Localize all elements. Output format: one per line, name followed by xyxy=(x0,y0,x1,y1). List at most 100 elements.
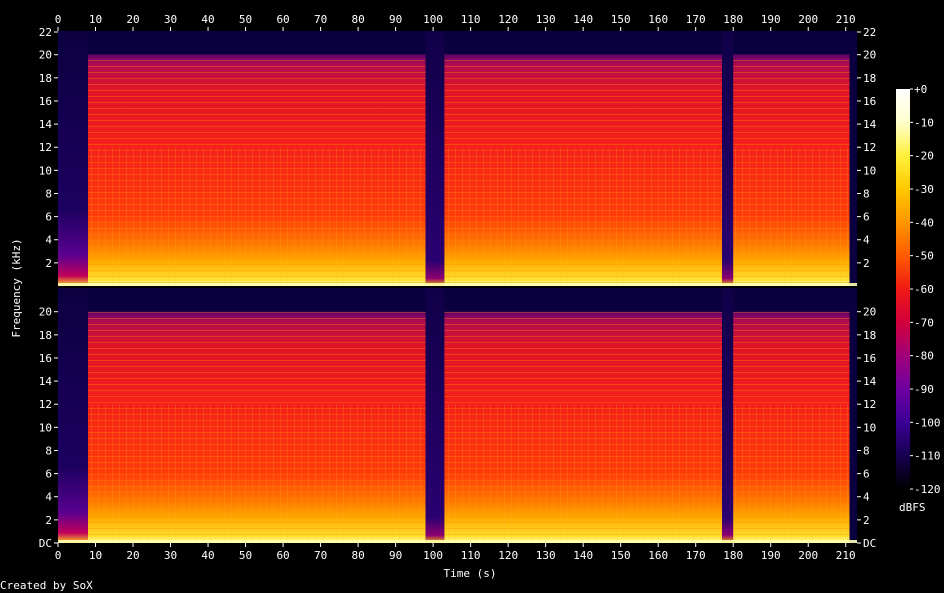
y-tick-label-left: 16 xyxy=(39,352,52,365)
y-tick-label-right: 8 xyxy=(863,187,870,200)
colorbar-tick-label: -50 xyxy=(914,250,934,263)
y-tick-label-left: 4 xyxy=(45,234,52,247)
y-tick-label-left: 8 xyxy=(45,444,52,457)
y-tick-label-right: 16 xyxy=(863,95,876,108)
x-tick-label-top: 90 xyxy=(389,13,402,26)
segment-1 xyxy=(58,288,88,543)
y-tick-label-left: 14 xyxy=(39,118,53,131)
x-tick-label-bottom: 190 xyxy=(761,549,781,562)
colorbar-tick-label: -70 xyxy=(914,316,934,329)
x-tick-label-bottom: 160 xyxy=(648,549,668,562)
colorbar-strip xyxy=(896,89,910,489)
y-tick-label-left: 10 xyxy=(39,164,52,177)
segment-2-transients xyxy=(88,147,426,286)
y-tick-label-right: DC xyxy=(863,537,876,550)
x-tick-label-top: 20 xyxy=(126,13,139,26)
colorbar-tick-label: -30 xyxy=(914,183,934,196)
x-axis-title: Time (s) xyxy=(444,567,497,580)
y-tick-label-right: 16 xyxy=(863,352,876,365)
x-tick-label-bottom: 90 xyxy=(389,549,402,562)
x-tick-label-top: 10 xyxy=(89,13,102,26)
y-tick-label-left: 16 xyxy=(39,95,52,108)
x-tick-label-top: 210 xyxy=(836,13,856,26)
x-tick-label-top: 100 xyxy=(423,13,443,26)
segment-2-transients xyxy=(88,404,426,543)
footer-credit: Created by SoX xyxy=(0,579,93,592)
x-tick-label-bottom: 130 xyxy=(536,549,556,562)
x-tick-label-top: 140 xyxy=(573,13,593,26)
x-tick-label-bottom: 150 xyxy=(611,549,631,562)
y-tick-label-right: 10 xyxy=(863,421,876,434)
y-tick-label-right: 20 xyxy=(863,306,876,319)
x-tick-label-top: 110 xyxy=(461,13,481,26)
x-tick-label-top: 80 xyxy=(351,13,364,26)
segment-3 xyxy=(425,288,445,543)
x-tick-label-top: 40 xyxy=(201,13,214,26)
y-tick-label-right: 22 xyxy=(863,26,876,39)
colorbar-tick-label: -110 xyxy=(914,450,941,463)
x-tick-label-top: 120 xyxy=(498,13,518,26)
y-tick-label-right: 10 xyxy=(863,164,876,177)
x-tick-label-bottom: 170 xyxy=(686,549,706,562)
x-tick-label-top: 160 xyxy=(648,13,668,26)
segment-6-transients xyxy=(733,147,850,286)
x-tick-label-bottom: 180 xyxy=(723,549,743,562)
y-tick-label-left: 18 xyxy=(39,72,52,85)
y-tick-label-right: 12 xyxy=(863,141,876,154)
colorbar-tick-label: -90 xyxy=(914,383,934,396)
x-tick-label-top: 60 xyxy=(276,13,289,26)
x-tick-label-bottom: 50 xyxy=(239,549,252,562)
y-tick-label-right: 6 xyxy=(863,468,870,481)
x-tick-label-bottom: 0 xyxy=(55,549,62,562)
x-tick-label-bottom: 70 xyxy=(314,549,327,562)
y-tick-label-right: 20 xyxy=(863,49,876,62)
colorbar-ticks: +0 -10 -20 -30 -40 -50 -60 -70 -80 -90 -100 -110 -12… xyxy=(910,83,941,496)
x-tick-label-bottom: 60 xyxy=(276,549,289,562)
y-tick-label-right: 18 xyxy=(863,329,876,342)
x-tick-label-top: 50 xyxy=(239,13,252,26)
x-tick-label-bottom: 210 xyxy=(836,549,856,562)
y-tick-label-right: 2 xyxy=(863,514,870,527)
y-tick-label-left: 6 xyxy=(45,211,52,224)
x-tick-label-bottom: 100 xyxy=(423,549,443,562)
segment-1 xyxy=(58,31,88,286)
colorbar-tick-label: -60 xyxy=(914,283,934,296)
x-tick-label-bottom: 140 xyxy=(573,549,593,562)
segment-5 xyxy=(722,31,734,286)
y-tick-label-right: 4 xyxy=(863,234,870,247)
x-tick-label-bottom: 120 xyxy=(498,549,518,562)
x-tick-label-top: 30 xyxy=(164,13,177,26)
y-tick-label-right: 14 xyxy=(863,118,877,131)
bass-band xyxy=(58,540,857,543)
y-tick-label-left: 22 xyxy=(39,26,52,39)
y-tick-label-left: DC xyxy=(39,537,52,550)
y-tick-label-right: 4 xyxy=(863,491,870,504)
y-tick-label-right: 14 xyxy=(863,375,877,388)
segment-6-transients xyxy=(733,404,850,543)
x-tick-label-top: 150 xyxy=(611,13,631,26)
colorbar-tick-label: -10 xyxy=(914,116,934,129)
y-tick-label-right: 2 xyxy=(863,257,870,270)
y-tick-label-left: 14 xyxy=(39,375,53,388)
x-tick-label-bottom: 80 xyxy=(351,549,364,562)
colorbar-tick-label: -120 xyxy=(914,483,941,496)
colorbar-tick-label: -40 xyxy=(914,216,934,229)
colorbar-tick-label: -100 xyxy=(914,416,941,429)
x-tick-label-top: 170 xyxy=(686,13,706,26)
x-tick-label-top: 130 xyxy=(536,13,556,26)
spectrogram-panels xyxy=(58,31,857,543)
bass-band xyxy=(58,283,857,286)
colorbar-label: dBFS xyxy=(899,501,926,514)
y-tick-label-left: 8 xyxy=(45,187,52,200)
x-tick-label-bottom: 200 xyxy=(798,549,818,562)
y-tick-label-right: 18 xyxy=(863,72,876,85)
segment-5 xyxy=(722,288,734,543)
colorbar-tick-label: -80 xyxy=(914,350,934,363)
x-tick-label-bottom: 10 xyxy=(89,549,102,562)
y-tick-label-left: 2 xyxy=(45,514,52,527)
x-tick-label-top: 70 xyxy=(314,13,327,26)
spectrogram-figure: 0 0 10 10 20 20 30 30 40 40 50 50 60 60 70 70 80 80 90 90 10… xyxy=(0,13,941,592)
y-tick-label-left: 4 xyxy=(45,491,52,504)
y-tick-label-right: 8 xyxy=(863,444,870,457)
x-tick-label-bottom: 20 xyxy=(126,549,139,562)
